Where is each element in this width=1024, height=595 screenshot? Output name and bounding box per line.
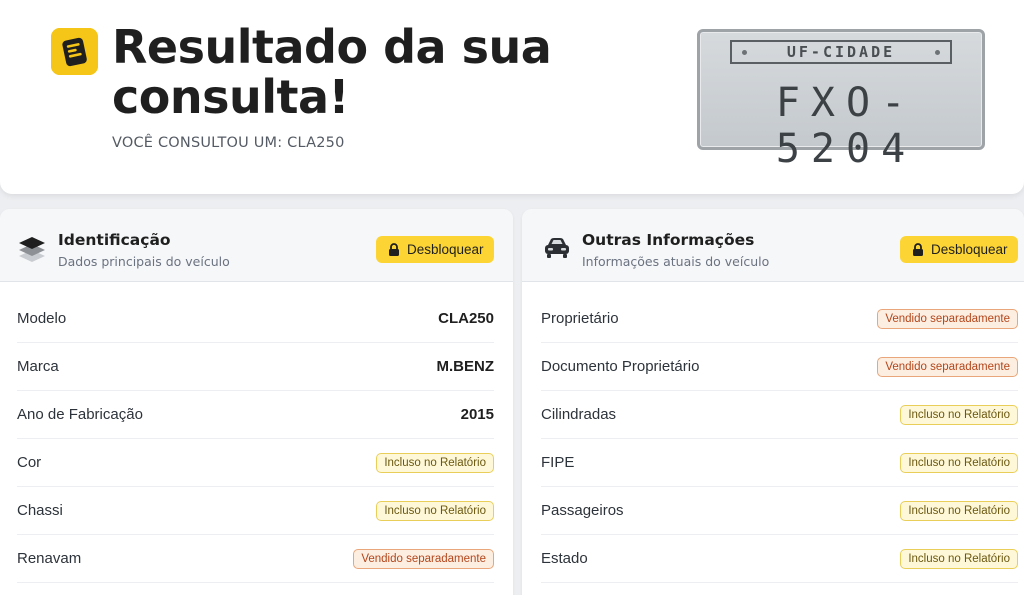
list-item: Marca M.BENZ xyxy=(17,343,494,391)
license-plate: UF-CIDADE FXO-5204 xyxy=(697,29,985,172)
field-value: M.BENZ xyxy=(436,358,495,375)
identification-list: Modelo CLA250 Marca M.BENZ Ano de Fabricação… xyxy=(17,295,494,583)
list-item: Passageiros Incluso no Relatório xyxy=(541,487,1018,535)
unlock-button-label: Desbloquear xyxy=(931,242,1008,257)
included-badge: Incluso no Relatório xyxy=(900,404,1018,425)
field-value: 2015 xyxy=(460,406,494,423)
lock-icon xyxy=(389,243,399,256)
list-item: FIPE Incluso no Relatório xyxy=(541,439,1018,487)
lock-icon xyxy=(913,243,923,256)
included-badge: Incluso no Relatório xyxy=(900,452,1018,473)
included-badge: Incluso no Relatório xyxy=(900,500,1018,521)
field-value: CLA250 xyxy=(438,310,494,327)
other-info-subtitle: Informações atuais do veículo xyxy=(582,254,770,269)
field-label: Cor xyxy=(17,454,42,471)
other-info-title: Outras Informações xyxy=(582,231,755,249)
field-label: Renavam xyxy=(17,550,82,567)
field-label: Ano de Fabricação xyxy=(17,406,143,423)
sold-separately-badge: Vendido separadamente xyxy=(877,308,1018,329)
field-label: Cilindradas xyxy=(541,406,617,423)
included-badge: Incluso no Relatório xyxy=(376,500,494,521)
other-info-card: Outras Informações Informações atuais do… xyxy=(522,209,1024,595)
identification-title: Identificação xyxy=(58,231,171,249)
list-item: Renavam Vendido separadamente xyxy=(17,535,494,583)
plate-region: UF-CIDADE xyxy=(730,40,952,64)
layers-icon xyxy=(19,237,45,262)
field-label: FIPE xyxy=(541,454,575,471)
sold-separately-badge: Vendido separadamente xyxy=(353,548,494,569)
plate-region-label: UF-CIDADE xyxy=(786,43,896,61)
page-title: Resultado da sua consulta! xyxy=(112,20,552,124)
list-item: Cor Incluso no Relatório xyxy=(17,439,494,487)
list-item: Cilindradas Incluso no Relatório xyxy=(541,391,1018,439)
list-item: Chassi Incluso no Relatório xyxy=(17,487,494,535)
other-info-card-header: Outras Informações Informações atuais do… xyxy=(522,209,1024,282)
field-label: Marca xyxy=(17,358,59,375)
field-label: Proprietário xyxy=(541,310,619,327)
document-icon xyxy=(51,28,98,75)
sold-separately-badge: Vendido separadamente xyxy=(877,356,1018,377)
included-badge: Incluso no Relatório xyxy=(900,548,1018,569)
field-label: Chassi xyxy=(17,502,63,519)
field-label: Estado xyxy=(541,550,588,567)
identification-subtitle: Dados principais do veículo xyxy=(58,254,230,269)
identification-card: Identificação Dados principais do veícul… xyxy=(0,209,513,595)
car-icon xyxy=(545,238,569,258)
unlock-button-label: Desbloquear xyxy=(407,242,484,257)
consulted-vehicle-text: VOCÊ CONSULTOU UM: CLA250 xyxy=(112,135,345,151)
list-item: Ano de Fabricação 2015 xyxy=(17,391,494,439)
list-item: Estado Incluso no Relatório xyxy=(541,535,1018,583)
field-label: Documento Proprietário xyxy=(541,358,700,375)
unlock-button[interactable]: Desbloquear xyxy=(376,236,494,263)
list-item: Proprietário Vendido separadamente xyxy=(541,295,1018,343)
unlock-button[interactable]: Desbloquear xyxy=(900,236,1018,263)
plate-number: FXO-5204 xyxy=(775,80,917,172)
identification-card-header: Identificação Dados principais do veícul… xyxy=(0,209,513,282)
plate-screw-icon xyxy=(742,50,747,55)
results-header: Resultado da sua consulta! VOCÊ CONSULTO… xyxy=(0,0,1024,194)
field-label: Modelo xyxy=(17,310,67,327)
other-info-list: Proprietário Vendido separadamente Documen… xyxy=(541,295,1018,583)
included-badge: Incluso no Relatório xyxy=(376,452,494,473)
list-item: Documento Proprietário Vendido separadame… xyxy=(541,343,1018,391)
field-label: Passageiros xyxy=(541,502,624,519)
plate-screw-icon xyxy=(935,50,940,55)
list-item: Modelo CLA250 xyxy=(17,295,494,343)
